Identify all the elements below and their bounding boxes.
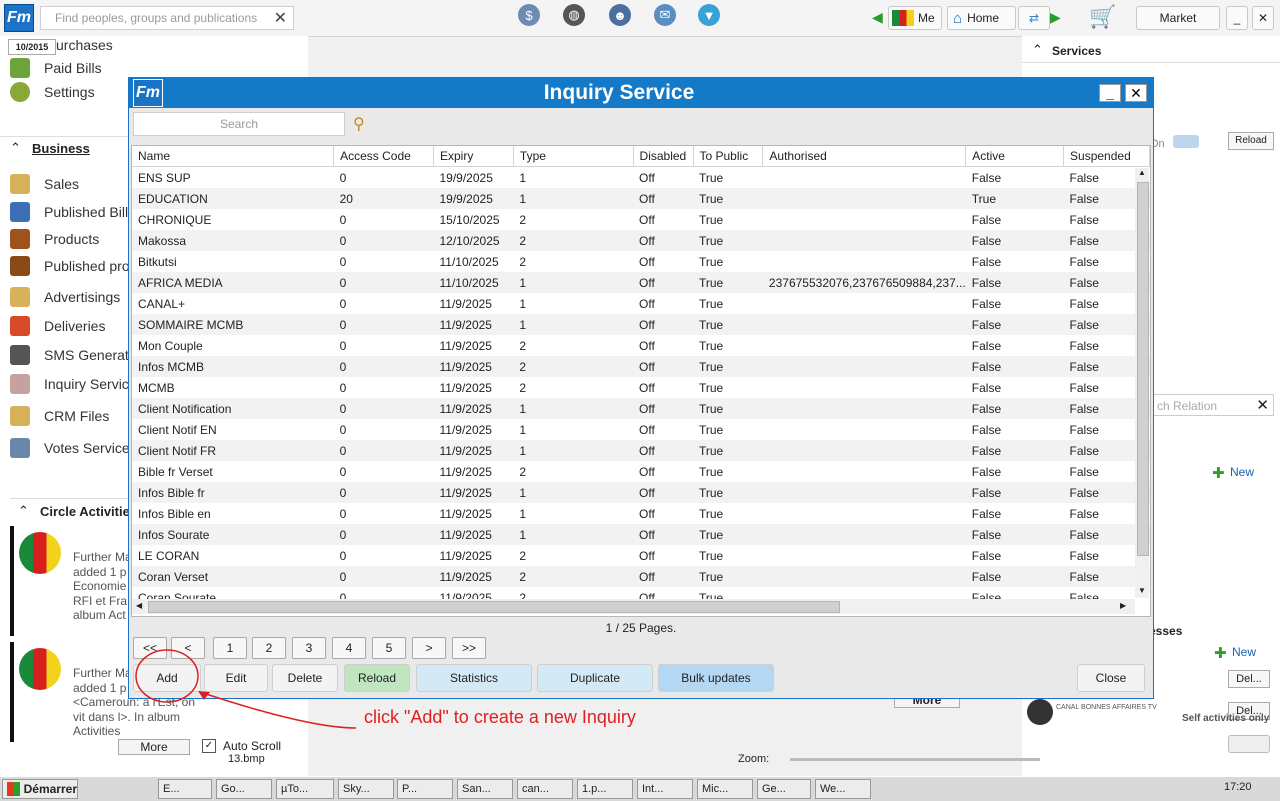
annotation-arrow	[199, 691, 357, 729]
taskbar-item[interactable]: E...	[158, 779, 212, 799]
taskbar-item[interactable]: We...	[815, 779, 871, 799]
taskbar-item[interactable]: P...	[397, 779, 453, 799]
clock: 17:20	[1224, 781, 1252, 793]
start-button[interactable]: Démarrer	[2, 779, 78, 799]
taskbar-item[interactable]: Sky...	[338, 779, 394, 799]
taskbar: Démarrer E... Go... µTo... Sky... P... San...…	[0, 776, 1280, 801]
add-highlight-circle	[135, 649, 199, 703]
taskbar-item[interactable]: Ge...	[757, 779, 811, 799]
taskbar-item[interactable]: San...	[457, 779, 513, 799]
annotation-arrowhead	[198, 691, 210, 700]
start-label: Démarrer	[23, 782, 77, 796]
taskbar-item[interactable]: Go...	[216, 779, 272, 799]
windows-logo-icon	[7, 782, 20, 796]
taskbar-item[interactable]: 1.p...	[577, 779, 633, 799]
taskbar-item[interactable]: can...	[517, 779, 573, 799]
taskbar-item[interactable]: Mic...	[697, 779, 753, 799]
taskbar-item[interactable]: Int...	[637, 779, 693, 799]
annotation-overlay	[135, 649, 357, 729]
taskbar-item[interactable]: µTo...	[276, 779, 334, 799]
annotation-text: click "Add" to create a new Inquiry	[364, 707, 636, 727]
